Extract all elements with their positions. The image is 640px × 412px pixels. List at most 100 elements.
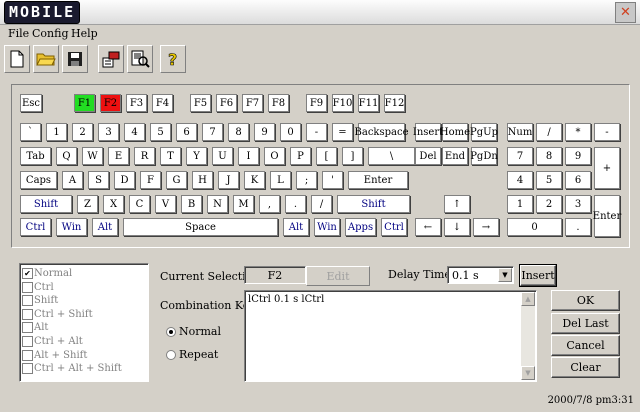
key-f7[interactable]: F7 (242, 94, 263, 112)
key-y[interactable]: Y (186, 147, 207, 165)
key-win[interactable]: Win (56, 218, 87, 236)
send-phone-icon[interactable] (98, 45, 124, 73)
key-p[interactable]: P (290, 147, 311, 165)
checkbox-icon[interactable] (22, 363, 33, 375)
key-m[interactable]: M (233, 195, 254, 213)
key-[interactable]: - (594, 123, 620, 141)
key-2[interactable]: 2 (72, 123, 93, 141)
menu-file[interactable]: File (8, 27, 29, 40)
checkbox-icon[interactable] (22, 295, 33, 307)
key-2[interactable]: 2 (536, 195, 562, 213)
key-r[interactable]: R (134, 147, 155, 165)
key-f3[interactable]: F3 (126, 94, 147, 112)
modifier-item[interactable]: ✔ Normal (22, 267, 72, 280)
key-d[interactable]: D (114, 171, 135, 189)
key-3[interactable]: 3 (98, 123, 119, 141)
key-7[interactable]: 7 (202, 123, 223, 141)
key-num[interactable]: Num (507, 123, 533, 141)
repeat-radio[interactable] (166, 350, 176, 360)
key-k[interactable]: K (244, 171, 265, 189)
key-t[interactable]: T (160, 147, 181, 165)
key-4[interactable]: 4 (124, 123, 145, 141)
key-o[interactable]: O (264, 147, 285, 165)
key-f11[interactable]: F11 (358, 94, 379, 112)
key-end[interactable]: End (442, 147, 468, 165)
key-[interactable]: ] (342, 147, 363, 165)
checkbox-icon[interactable] (22, 281, 33, 293)
key-9[interactable]: 9 (565, 147, 591, 165)
key-[interactable]: = (332, 123, 353, 141)
preview-zoom-icon[interactable] (127, 45, 153, 73)
key-1[interactable]: 1 (507, 195, 533, 213)
key-f8[interactable]: F8 (268, 94, 289, 112)
checkbox-icon[interactable] (22, 322, 33, 334)
key-insert[interactable]: Insert (413, 123, 443, 141)
key-[interactable]: ` (20, 123, 41, 141)
delay-time-select[interactable]: 0.1 s ▼ (447, 266, 514, 284)
modifier-item[interactable]: Alt (22, 321, 48, 334)
key-enter[interactable]: Enter (593, 195, 621, 237)
key-[interactable]: ; (296, 171, 317, 189)
menu-config[interactable]: Config (32, 27, 69, 40)
key-f10[interactable]: F10 (332, 94, 353, 112)
modifier-item[interactable]: Ctrl + Shift (22, 308, 93, 321)
key-b[interactable]: B (181, 195, 202, 213)
key-3[interactable]: 3 (565, 195, 591, 213)
key-v[interactable]: V (155, 195, 176, 213)
key-f12[interactable]: F12 (384, 94, 405, 112)
checkbox-icon[interactable] (22, 336, 33, 347)
key-ctrl[interactable]: Ctrl (20, 218, 51, 236)
key-f6[interactable]: F6 (216, 94, 237, 112)
key-[interactable]: * (565, 123, 591, 141)
key-shift[interactable]: Shift (20, 195, 72, 213)
key-6[interactable]: 6 (565, 171, 591, 189)
chevron-down-icon[interactable]: ▼ (498, 268, 512, 282)
key-f4[interactable]: F4 (152, 94, 173, 112)
key-space[interactable]: Space (123, 218, 278, 236)
del-last-button[interactable]: Del Last (551, 313, 620, 334)
cancel-button[interactable]: Cancel (551, 335, 620, 356)
key-shift[interactable]: Shift (337, 195, 410, 213)
key-win[interactable]: Win (314, 218, 340, 236)
key-[interactable]: \ (368, 147, 415, 165)
key-[interactable]: / (536, 123, 562, 141)
key-e[interactable]: E (108, 147, 129, 165)
key-sequence-textarea[interactable]: lCtrl 0.1 s lCtrl ▲ ▼ (244, 290, 537, 382)
key-x[interactable]: X (103, 195, 124, 213)
key-q[interactable]: Q (56, 147, 77, 165)
key-alt[interactable]: Alt (283, 218, 309, 236)
textarea-scrollbar[interactable]: ▲ ▼ (521, 292, 535, 380)
key-[interactable]: - (306, 123, 327, 141)
modifier-item[interactable]: Ctrl (22, 281, 54, 294)
key-[interactable]: ↑ (444, 195, 470, 213)
key-f9[interactable]: F9 (306, 94, 327, 112)
modifier-item[interactable]: Shift (22, 294, 58, 307)
key-9[interactable]: 9 (254, 123, 275, 141)
key-5[interactable]: 5 (150, 123, 171, 141)
key-8[interactable]: 8 (536, 147, 562, 165)
checkbox-icon[interactable] (22, 349, 33, 361)
key-l[interactable]: L (270, 171, 291, 189)
key-[interactable]: ↓ (444, 218, 470, 236)
normal-radio[interactable] (166, 327, 176, 337)
key-apps[interactable]: Apps (345, 218, 376, 236)
key-c[interactable]: C (129, 195, 150, 213)
scroll-up-icon[interactable]: ▲ (521, 292, 535, 306)
key-home[interactable]: Home (440, 123, 470, 141)
save-disk-icon[interactable] (62, 45, 88, 73)
key-[interactable]: → (473, 218, 499, 236)
key-f2[interactable]: F2 (100, 94, 121, 112)
modifier-item[interactable]: Ctrl + Alt + Shift (22, 362, 122, 375)
key-[interactable]: . (285, 195, 306, 213)
key-ctrl[interactable]: Ctrl (381, 218, 407, 236)
key-j[interactable]: J (218, 171, 239, 189)
key-z[interactable]: Z (77, 195, 98, 213)
key-[interactable]: ' (322, 171, 343, 189)
key-s[interactable]: S (88, 171, 109, 189)
key-4[interactable]: 4 (507, 171, 533, 189)
key-g[interactable]: G (166, 171, 187, 189)
menu-help[interactable]: Help (71, 27, 98, 40)
key-tab[interactable]: Tab (20, 147, 51, 165)
key-h[interactable]: H (192, 171, 213, 189)
key-i[interactable]: I (238, 147, 259, 165)
